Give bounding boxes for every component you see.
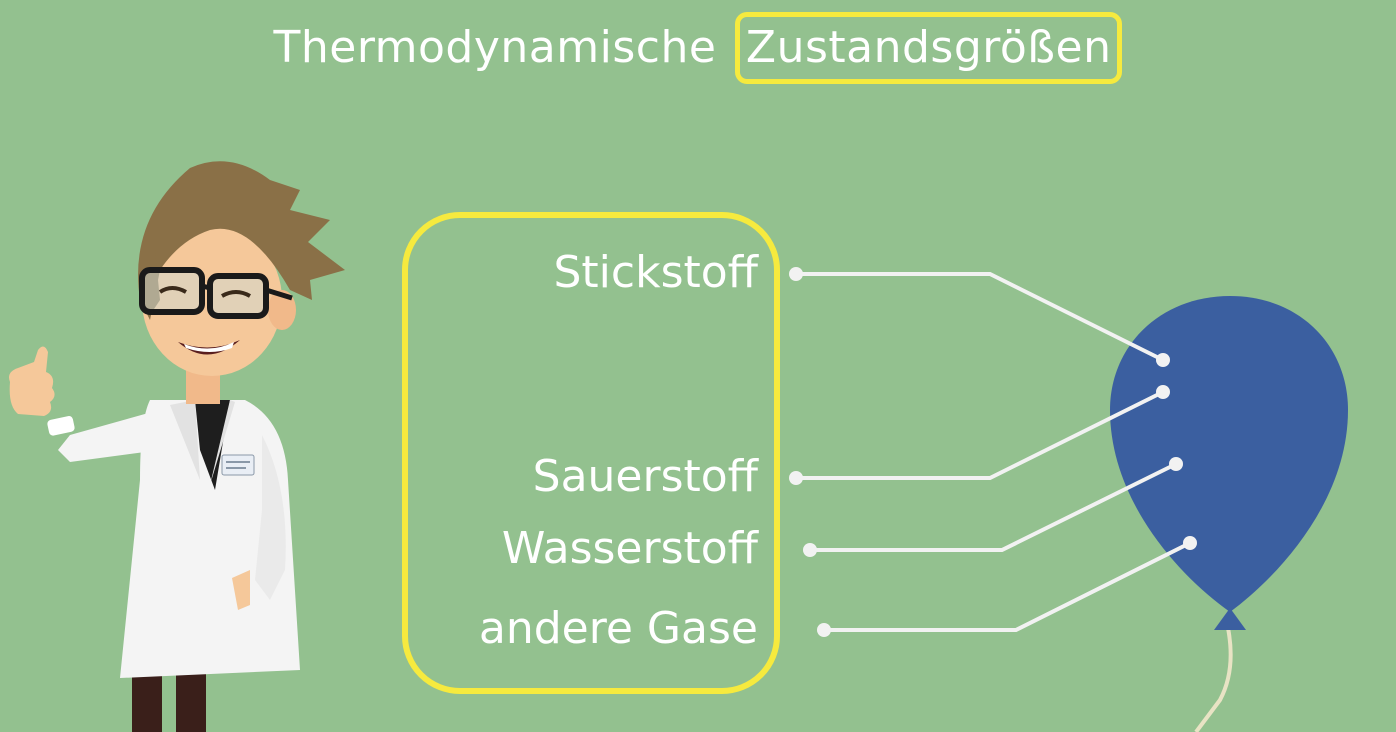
connector-stickstoff bbox=[796, 272, 1164, 362]
diagram-canvas: Thermodynamische Zustandsgrößen Sticksto… bbox=[0, 0, 1396, 732]
balloon-icon bbox=[1110, 296, 1348, 630]
connectors-and-balloon bbox=[789, 267, 1348, 732]
connector-andere-gase bbox=[824, 541, 1191, 632]
connector-dot bbox=[1156, 353, 1170, 367]
connector-dot bbox=[789, 471, 803, 485]
connector-sauerstoff bbox=[796, 390, 1164, 480]
connector-dot bbox=[1169, 457, 1183, 471]
connector-dot bbox=[1183, 536, 1197, 550]
connector-dot bbox=[803, 543, 817, 557]
connector-dot bbox=[817, 623, 831, 637]
balloon-string bbox=[1194, 627, 1233, 732]
connector-dot bbox=[1156, 385, 1170, 399]
connector-dot bbox=[789, 267, 803, 281]
